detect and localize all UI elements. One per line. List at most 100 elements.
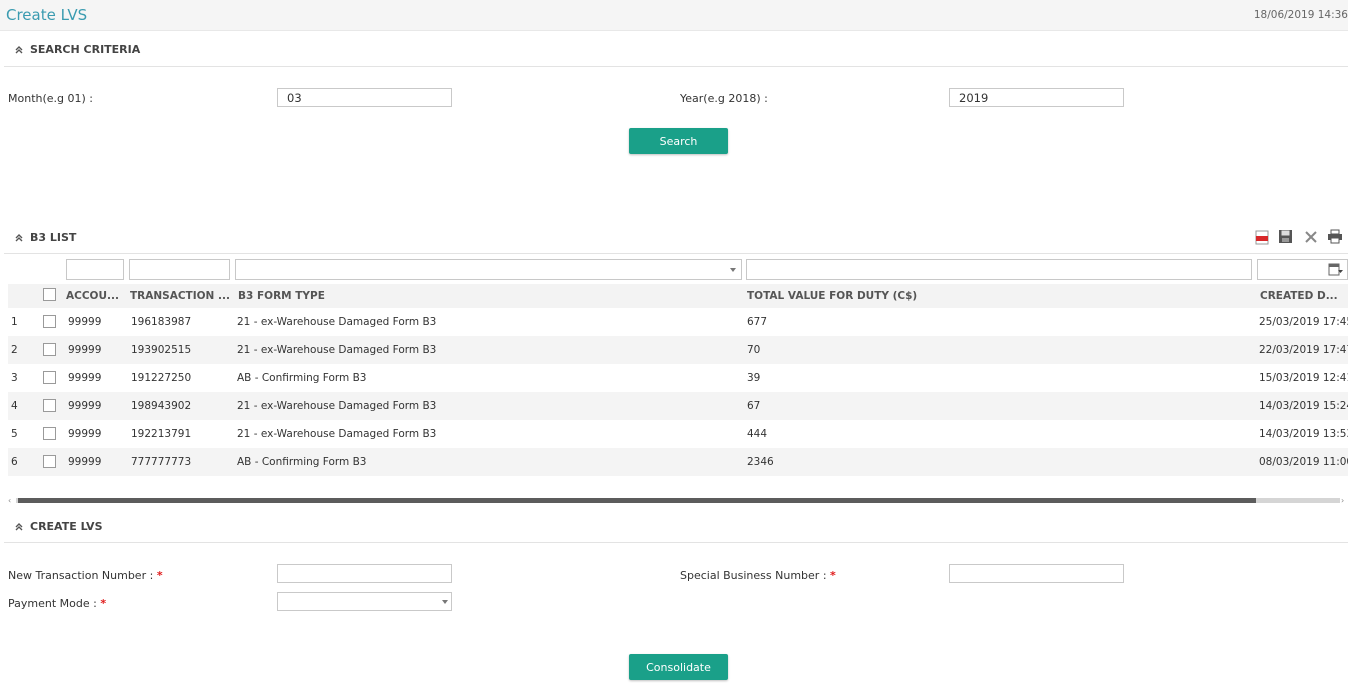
row-number: 3 xyxy=(11,372,18,384)
account-cell: 99999 xyxy=(68,344,102,356)
column-header-total-value[interactable]: TOTAL VALUE FOR DUTY (C$) xyxy=(747,290,917,302)
create-lvs-header[interactable]: CREATE LVS xyxy=(14,520,103,533)
transaction-cell: 192213791 xyxy=(131,428,192,440)
section-title: SEARCH CRITERIA xyxy=(30,43,141,56)
total-value-cell: 67 xyxy=(747,400,761,412)
print-icon[interactable] xyxy=(1327,229,1343,244)
table-row[interactable]: 6 99999 777777773 AB - Confirming Form B… xyxy=(8,448,1348,476)
collapse-chevron-icon xyxy=(15,45,23,53)
year-input[interactable]: 2019 xyxy=(949,88,1124,107)
required-asterisk: * xyxy=(156,569,163,582)
form-type-cell: 21 - ex-Warehouse Damaged Form B3 xyxy=(237,344,437,356)
calendar-filter-icon[interactable] xyxy=(1328,262,1343,277)
month-label: Month(e.g 01) : xyxy=(8,92,94,105)
created-date-cell: 22/03/2019 17:47 xyxy=(1259,344,1348,356)
form-type-cell: AB - Confirming Form B3 xyxy=(237,456,367,468)
column-header-account[interactable]: ACCOU... xyxy=(66,290,119,302)
chevron-down-icon xyxy=(730,268,736,272)
row-number: 5 xyxy=(11,428,18,440)
transaction-cell: 191227250 xyxy=(131,372,192,384)
table-row[interactable]: 5 99999 192213791 21 - ex-Warehouse Dama… xyxy=(8,420,1348,448)
form-type-cell: 21 - ex-Warehouse Damaged Form B3 xyxy=(237,400,437,412)
page-title: Create LVS xyxy=(6,6,88,24)
column-header-transaction[interactable]: TRANSACTION ... xyxy=(130,290,230,302)
special-business-input[interactable] xyxy=(949,564,1124,583)
total-value-cell: 444 xyxy=(747,428,768,440)
created-date-cell: 08/03/2019 11:00 xyxy=(1259,456,1348,468)
year-label: Year(e.g 2018) : xyxy=(680,92,768,105)
row-checkbox[interactable] xyxy=(43,427,56,440)
transaction-cell: 193902515 xyxy=(131,344,192,356)
scroll-left-icon[interactable]: ‹ xyxy=(8,496,14,505)
filter-form-type-select[interactable] xyxy=(235,259,742,280)
form-type-cell: 21 - ex-Warehouse Damaged Form B3 xyxy=(237,428,437,440)
new-transaction-label: New Transaction Number : * xyxy=(8,569,163,582)
b3-list-header[interactable]: B3 LIST xyxy=(14,231,76,244)
account-cell: 99999 xyxy=(68,400,102,412)
special-business-label: Special Business Number : * xyxy=(680,569,836,582)
filter-transaction-input[interactable] xyxy=(129,259,230,280)
account-cell: 99999 xyxy=(68,428,102,440)
total-value-cell: 39 xyxy=(747,372,761,384)
top-bar xyxy=(0,0,1348,31)
column-header-form-type[interactable]: B3 FORM TYPE xyxy=(238,290,325,302)
search-criteria-header[interactable]: SEARCH CRITERIA xyxy=(14,43,140,56)
form-type-cell: AB - Confirming Form B3 xyxy=(237,372,367,384)
payment-mode-label: Payment Mode : * xyxy=(8,597,106,610)
select-all-checkbox[interactable] xyxy=(43,288,56,301)
row-number: 2 xyxy=(11,344,18,356)
consolidate-button[interactable]: Consolidate xyxy=(629,654,728,680)
column-header-created-date[interactable]: CREATED D... xyxy=(1260,290,1338,302)
account-cell: 99999 xyxy=(68,456,102,468)
label-text: New Transaction Number : xyxy=(8,569,154,582)
divider xyxy=(4,66,1348,67)
timestamp: 18/06/2019 14:36 xyxy=(1253,9,1348,21)
divider xyxy=(4,542,1348,543)
row-checkbox[interactable] xyxy=(43,399,56,412)
row-number: 6 xyxy=(11,456,18,468)
month-input[interactable]: 03 xyxy=(277,88,452,107)
scroll-right-icon[interactable]: › xyxy=(1341,496,1347,505)
divider xyxy=(4,253,1348,254)
label-text: Special Business Number : xyxy=(680,569,827,582)
table-row[interactable]: 1 99999 196183987 21 - ex-Warehouse Dama… xyxy=(8,308,1348,336)
required-asterisk: * xyxy=(100,597,107,610)
required-asterisk: * xyxy=(830,569,836,582)
section-title: CREATE LVS xyxy=(30,520,103,533)
transaction-cell: 198943902 xyxy=(131,400,192,412)
account-cell: 99999 xyxy=(68,316,102,328)
save-icon[interactable] xyxy=(1278,229,1293,244)
row-checkbox[interactable] xyxy=(43,371,56,384)
filter-total-input[interactable] xyxy=(746,259,1252,280)
table-row[interactable]: 3 99999 191227250 AB - Confirming Form B… xyxy=(8,364,1348,392)
filter-created-input[interactable] xyxy=(1257,259,1348,280)
section-title: B3 LIST xyxy=(30,231,77,244)
transaction-cell: 777777773 xyxy=(131,456,192,468)
scrollbar-thumb[interactable] xyxy=(18,498,1256,503)
total-value-cell: 2346 xyxy=(747,456,774,468)
table-row[interactable]: 4 99999 198943902 21 - ex-Warehouse Dama… xyxy=(8,392,1348,420)
row-checkbox[interactable] xyxy=(43,315,56,328)
pdf-icon[interactable] xyxy=(1255,230,1269,245)
search-button[interactable]: Search xyxy=(629,128,728,154)
filter-account-input[interactable] xyxy=(66,259,124,280)
payment-mode-select[interactable] xyxy=(277,592,452,611)
form-type-cell: 21 - ex-Warehouse Damaged Form B3 xyxy=(237,316,437,328)
table-row[interactable]: 2 99999 193902515 21 - ex-Warehouse Dama… xyxy=(8,336,1348,364)
created-date-cell: 14/03/2019 15:24 xyxy=(1259,400,1348,412)
row-number: 4 xyxy=(11,400,18,412)
created-date-cell: 15/03/2019 12:41 xyxy=(1259,372,1348,384)
chevron-down-icon xyxy=(442,600,448,604)
created-date-cell: 14/03/2019 13:53 xyxy=(1259,428,1348,440)
transaction-cell: 196183987 xyxy=(131,316,192,328)
created-date-cell: 25/03/2019 17:45 xyxy=(1259,316,1348,328)
total-value-cell: 677 xyxy=(747,316,768,328)
row-number: 1 xyxy=(11,316,18,328)
row-checkbox[interactable] xyxy=(43,455,56,468)
row-checkbox[interactable] xyxy=(43,343,56,356)
new-transaction-input[interactable] xyxy=(277,564,452,583)
collapse-chevron-icon xyxy=(15,233,23,241)
excel-icon[interactable] xyxy=(1304,230,1318,244)
label-text: Payment Mode : xyxy=(8,597,97,610)
total-value-cell: 70 xyxy=(747,344,761,356)
